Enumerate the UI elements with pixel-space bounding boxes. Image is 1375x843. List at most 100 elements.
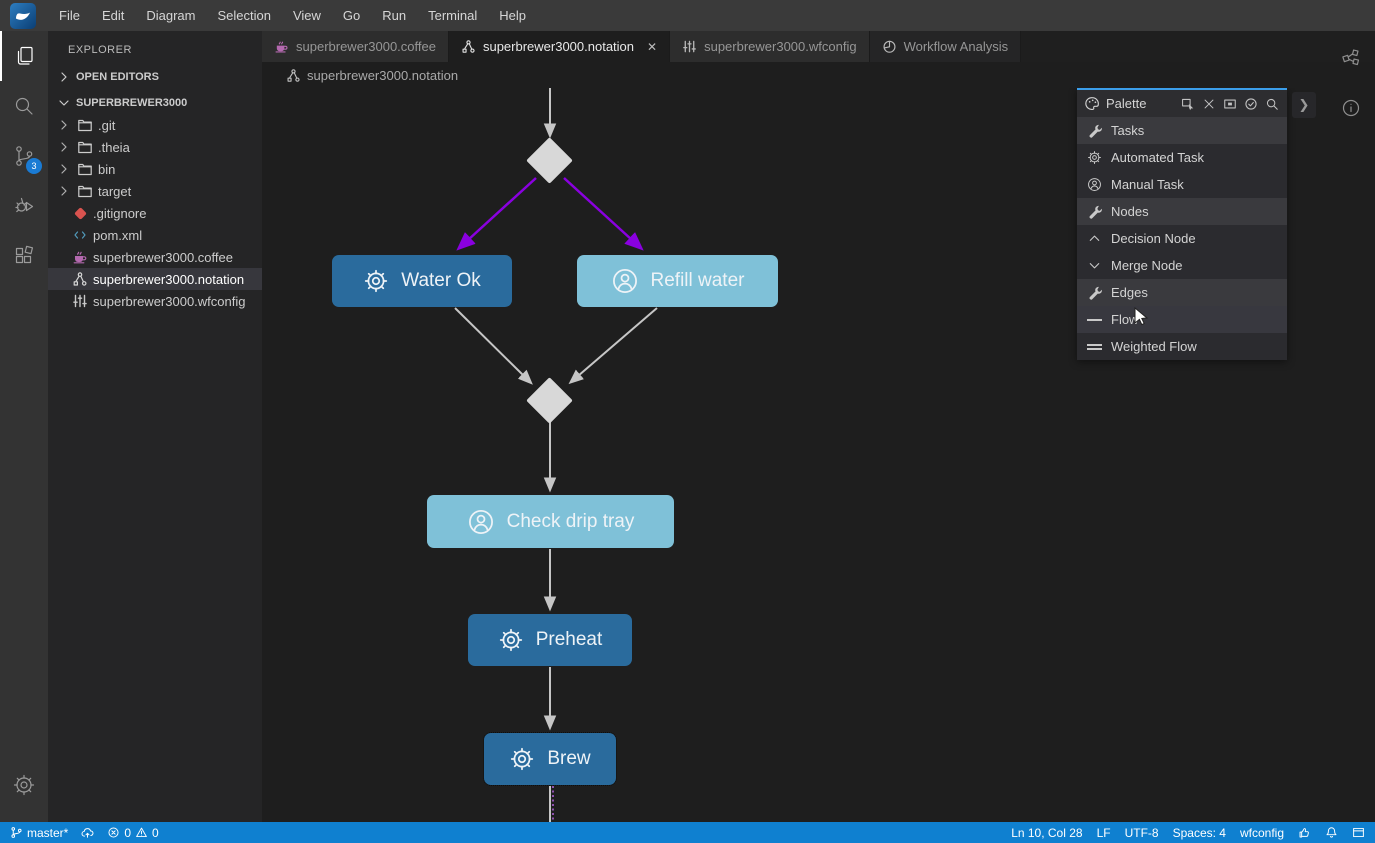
task-node-label: Water Ok [401,270,481,292]
menu-diagram[interactable]: Diagram [135,0,206,31]
tab-coffee[interactable]: superbrewer3000.coffee [262,31,449,62]
diagram-canvas[interactable]: Water Ok Refill water Check drip tray [262,88,1375,822]
tab-label: Workflow Analysis [904,39,1009,54]
activity-source-control[interactable]: 3 [0,131,48,181]
tree-item-theia[interactable]: .theia [48,136,262,158]
tree-item-label: .theia [98,140,130,155]
edge-decision-to-water-ok[interactable] [468,178,536,240]
tab-notation[interactable]: superbrewer3000.notation ✕ [449,31,670,62]
gear-icon [1087,150,1102,165]
menu-edit[interactable]: Edit [91,0,135,31]
warning-count: 0 [152,826,159,840]
menu-run[interactable]: Run [371,0,417,31]
git-branch-status[interactable]: master* [10,826,68,840]
palette-item-label: Merge Node [1111,258,1183,273]
gear-icon [498,627,524,653]
tree-item-wfconfig[interactable]: superbrewer3000.wfconfig [48,290,262,312]
breadcrumb[interactable]: superbrewer3000.notation [262,62,1375,88]
palette-item-flow[interactable]: Flow [1077,306,1287,333]
tree-item-git[interactable]: .git [48,114,262,136]
task-node-label: Preheat [536,629,603,651]
task-node-water-ok[interactable]: Water Ok [332,255,512,307]
palette-item-decision-node[interactable]: Decision Node [1077,225,1287,252]
tree-item-pom[interactable]: pom.xml [48,224,262,246]
folder-icon [77,139,93,155]
workspace-root-label: SUPERBREWER3000 [76,97,187,109]
tree-item-label: .git [98,118,115,133]
tab-label: superbrewer3000.coffee [296,39,436,54]
palette-title: Palette [1106,96,1146,111]
tree-item-bin[interactable]: bin [48,158,262,180]
task-node-brew[interactable]: Brew [484,733,616,785]
folder-icon [77,183,93,199]
search-icon [12,94,36,118]
feedback-status[interactable] [1298,826,1311,839]
folder-icon [77,161,93,177]
notifications-status[interactable] [1325,826,1338,839]
palette-header: Palette [1077,90,1287,117]
menu-terminal[interactable]: Terminal [417,0,488,31]
menu-bar: File Edit Diagram Selection View Go Run … [0,0,1375,31]
fit-to-screen-icon[interactable] [1223,97,1237,111]
notation-file-icon [461,39,476,54]
activity-explorer[interactable] [0,31,48,81]
cursor-position-status[interactable]: Ln 10, Col 28 [1011,826,1082,840]
search-tool-icon[interactable] [1265,97,1279,111]
tree-item-target[interactable]: target [48,180,262,202]
tab-wfconfig[interactable]: superbrewer3000.wfconfig [670,31,869,62]
chevron-down-icon [56,95,72,111]
encoding-status[interactable]: UTF-8 [1125,826,1159,840]
palette-item-automated-task[interactable]: Automated Task [1077,144,1287,171]
git-file-icon [72,209,88,218]
activity-search[interactable] [0,81,48,131]
edge-water-ok-to-merge[interactable] [455,308,524,376]
edge-decision-to-refill[interactable] [564,178,632,240]
toggle-panel-status[interactable] [1352,826,1365,839]
chevron-right-icon: ❯ [1299,97,1310,113]
palette-item-merge-node[interactable]: Merge Node [1077,252,1287,279]
open-editors-label: OPEN EDITORS [76,71,159,83]
palette-item-label: Tasks [1111,123,1144,138]
palette-group-nodes[interactable]: Nodes [1077,198,1287,225]
tree-item-coffee[interactable]: superbrewer3000.coffee [48,246,262,268]
workspace-root[interactable]: SUPERBREWER3000 [48,92,262,114]
task-node-check-drip-tray[interactable]: Check drip tray [427,495,674,548]
tab-workflow-analysis[interactable]: Workflow Analysis [870,31,1022,62]
activity-extensions[interactable] [0,231,48,281]
sync-status[interactable] [81,826,94,839]
menu-view[interactable]: View [282,0,332,31]
palette-item-manual-task[interactable]: Manual Task [1077,171,1287,198]
info-icon[interactable] [1340,97,1362,119]
selection-tool-icon[interactable] [1181,97,1195,111]
pie-chart-icon [882,39,897,54]
warning-icon [135,826,148,839]
close-icon[interactable]: ✕ [647,40,657,54]
activity-debug[interactable] [0,181,48,231]
edge-refill-to-merge[interactable] [578,308,657,376]
activity-settings[interactable] [0,760,48,810]
menu-go[interactable]: Go [332,0,371,31]
menu-selection[interactable]: Selection [206,0,281,31]
diagram-tools-icon[interactable] [1340,47,1362,69]
tree-item-gitignore[interactable]: .gitignore [48,202,262,224]
problems-status[interactable]: 0 0 [107,826,158,840]
menu-help[interactable]: Help [488,0,537,31]
delete-tool-icon[interactable] [1202,97,1216,111]
validate-tool-icon[interactable] [1244,97,1258,111]
person-icon [467,508,495,536]
task-node-refill-water[interactable]: Refill water [577,255,778,307]
palette-icon [1085,96,1100,111]
task-node-preheat[interactable]: Preheat [468,614,632,666]
thumbs-up-icon [1298,826,1311,839]
palette-group-edges[interactable]: Edges [1077,279,1287,306]
language-mode-status[interactable]: wfconfig [1240,826,1284,840]
branch-icon [10,826,23,839]
menu-file[interactable]: File [48,0,91,31]
palette-item-weighted-flow[interactable]: Weighted Flow [1077,333,1287,360]
eol-status[interactable]: LF [1097,826,1111,840]
palette-collapse-button[interactable]: ❯ [1292,92,1316,118]
tree-item-notation[interactable]: superbrewer3000.notation [48,268,262,290]
indentation-status[interactable]: Spaces: 4 [1173,826,1226,840]
open-editors-section[interactable]: OPEN EDITORS [48,66,262,88]
palette-group-tasks[interactable]: Tasks [1077,117,1287,144]
